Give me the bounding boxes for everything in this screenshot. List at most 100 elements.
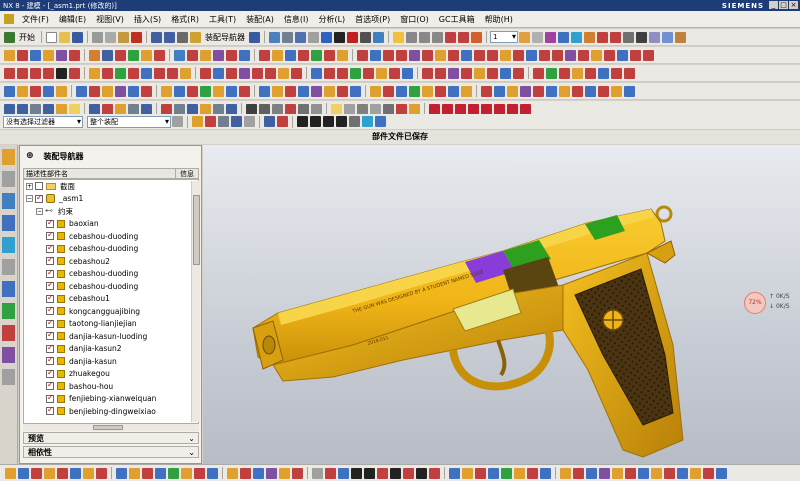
surface-9-icon[interactable] xyxy=(115,85,126,97)
bottom-33-icon[interactable] xyxy=(449,467,460,479)
surface-32-icon[interactable] xyxy=(435,85,446,97)
curve-23-icon[interactable] xyxy=(311,67,322,79)
view-29-icon[interactable] xyxy=(396,103,407,115)
feature-14-icon[interactable] xyxy=(187,49,198,61)
bottom-2-icon[interactable] xyxy=(18,467,29,479)
curve-14-icon[interactable] xyxy=(180,67,191,79)
feature-25-icon[interactable] xyxy=(337,49,348,61)
view-11-icon[interactable] xyxy=(141,103,152,115)
feature-12-icon[interactable] xyxy=(154,49,165,61)
menu-gc-toolbox[interactable]: GC工具箱 xyxy=(434,14,480,25)
menu-window[interactable]: 窗口(O) xyxy=(395,14,434,25)
feature-1-icon[interactable] xyxy=(4,49,15,61)
surface-5-icon[interactable] xyxy=(56,85,67,97)
visibility-checkbox[interactable] xyxy=(46,305,54,316)
curve-27-icon[interactable] xyxy=(363,67,374,79)
bottom-5-icon[interactable] xyxy=(57,467,68,479)
feature-36-icon[interactable] xyxy=(487,49,498,61)
feature-13-icon[interactable] xyxy=(174,49,185,61)
bottom-25-icon[interactable] xyxy=(338,467,349,479)
feature-6-icon[interactable] xyxy=(69,49,80,61)
orient-icon[interactable] xyxy=(571,31,582,43)
view-34-icon[interactable] xyxy=(468,103,479,115)
bottom-24-icon[interactable] xyxy=(325,467,336,479)
bottom-11-icon[interactable] xyxy=(142,467,153,479)
sections-node[interactable]: + 截面 xyxy=(24,180,198,193)
curve-11-icon[interactable] xyxy=(141,67,152,79)
start-button[interactable]: 开始 xyxy=(19,32,35,43)
bottom-31-icon[interactable] xyxy=(416,467,427,479)
curve-46-icon[interactable] xyxy=(624,67,635,79)
feature-11-icon[interactable] xyxy=(141,49,152,61)
bottom-39-icon[interactable] xyxy=(527,467,538,479)
line-icon[interactable] xyxy=(4,67,15,79)
column-header-name[interactable]: 描述性部件名 xyxy=(24,169,176,178)
dependency-section[interactable]: 相依性 ⌄ xyxy=(23,446,199,458)
feature-46-icon[interactable] xyxy=(617,49,628,61)
surface-28-icon[interactable] xyxy=(383,85,394,97)
visibility-checkbox[interactable] xyxy=(46,230,54,241)
assembly-navigator-button[interactable]: 装配导航器 xyxy=(205,32,245,43)
feature-38-icon[interactable] xyxy=(513,49,524,61)
view-3-icon[interactable] xyxy=(30,103,41,115)
view-27-icon[interactable] xyxy=(370,103,381,115)
surface-40-icon[interactable] xyxy=(546,85,557,97)
bottom-30-icon[interactable] xyxy=(403,467,414,479)
bottom-16-icon[interactable] xyxy=(207,467,218,479)
snap-8-icon[interactable] xyxy=(362,116,373,127)
bottom-52-icon[interactable] xyxy=(703,467,714,479)
bottom-20-icon[interactable] xyxy=(266,467,277,479)
surface-41-icon[interactable] xyxy=(559,85,570,97)
menu-assembly[interactable]: 装配(A) xyxy=(241,14,279,25)
feature-48-icon[interactable] xyxy=(643,49,654,61)
pattern-icon[interactable] xyxy=(649,31,660,43)
component-row[interactable]: benjiebing-dingweixiao xyxy=(24,405,198,418)
revolve-icon[interactable] xyxy=(458,31,469,43)
view-21-icon[interactable] xyxy=(285,103,296,115)
selection-scope-select[interactable]: 整个装配 xyxy=(87,115,171,128)
surface-6-icon[interactable] xyxy=(76,85,87,97)
view-22-icon[interactable] xyxy=(298,103,309,115)
feature-28-icon[interactable] xyxy=(383,49,394,61)
view-10-icon[interactable] xyxy=(128,103,139,115)
view-2-icon[interactable] xyxy=(17,103,28,115)
menu-view[interactable]: 视图(V) xyxy=(91,14,129,25)
shell-icon[interactable] xyxy=(623,31,634,43)
visibility-checkbox[interactable] xyxy=(46,393,54,403)
bottom-34-icon[interactable] xyxy=(462,467,473,479)
view-33-icon[interactable] xyxy=(455,103,466,115)
curve-18-icon[interactable] xyxy=(239,67,250,79)
constraints-node[interactable]: − ⊷ 约束 xyxy=(24,205,198,218)
surface-17-icon[interactable] xyxy=(226,85,237,97)
bottom-29-icon[interactable] xyxy=(390,467,401,479)
bottom-10-icon[interactable] xyxy=(129,467,140,479)
bottom-36-icon[interactable] xyxy=(488,467,499,479)
feature-47-icon[interactable] xyxy=(630,49,641,61)
feature-26-icon[interactable] xyxy=(357,49,368,61)
surface-45-icon[interactable] xyxy=(611,85,622,97)
bottom-17-icon[interactable] xyxy=(227,467,238,479)
curve-17-icon[interactable] xyxy=(226,67,237,79)
select-3-icon[interactable] xyxy=(218,116,229,127)
bottom-14-icon[interactable] xyxy=(181,467,192,479)
component-row[interactable]: bashou-hou xyxy=(24,380,198,393)
feature-42-icon[interactable] xyxy=(565,49,576,61)
component-row[interactable]: cebashou1 xyxy=(24,293,198,306)
type-filter-select[interactable]: 没有选择过滤器 xyxy=(3,115,83,128)
view-6-icon[interactable] xyxy=(69,103,80,115)
bottom-15-icon[interactable] xyxy=(194,467,205,479)
bottom-44-icon[interactable] xyxy=(599,467,610,479)
surface-12-icon[interactable] xyxy=(161,85,172,97)
bottom-49-icon[interactable] xyxy=(664,467,675,479)
surface-14-icon[interactable] xyxy=(187,85,198,97)
copy-icon[interactable] xyxy=(105,31,116,43)
expand-toggle-icon[interactable]: + xyxy=(26,182,33,190)
view-38-icon[interactable] xyxy=(520,103,531,115)
start-icon[interactable] xyxy=(4,31,15,43)
curve-16-icon[interactable] xyxy=(213,67,224,79)
curve-31-icon[interactable] xyxy=(422,67,433,79)
view-30-icon[interactable] xyxy=(409,103,420,115)
preview-section[interactable]: 预览 ⌄ xyxy=(23,432,199,444)
curve-25-icon[interactable] xyxy=(337,67,348,79)
visibility-checkbox[interactable] xyxy=(46,405,54,416)
